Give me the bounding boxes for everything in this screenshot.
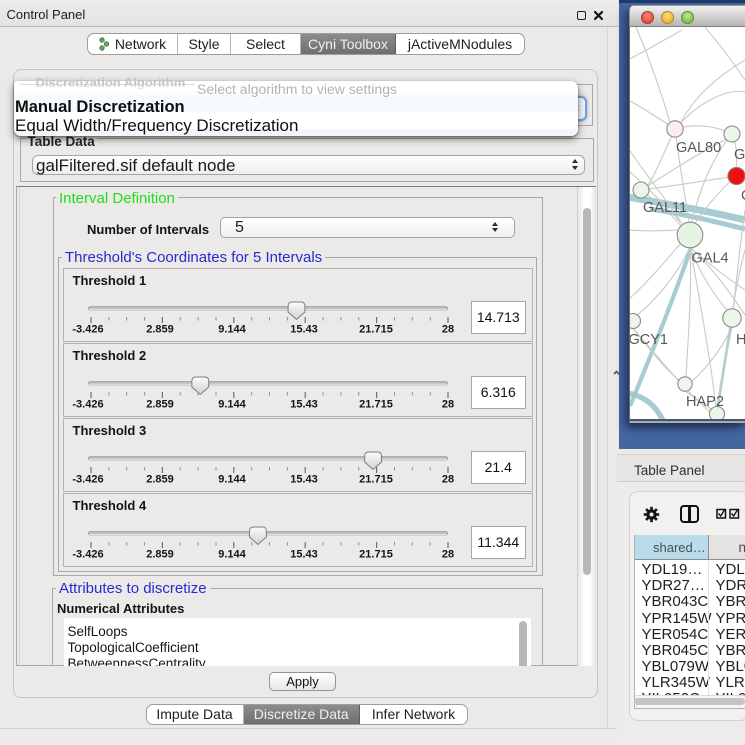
svg-text:21.715: 21.715 <box>359 474 393 486</box>
svg-text:2.859: 2.859 <box>146 474 174 486</box>
svg-text:21.715: 21.715 <box>359 399 393 411</box>
svg-text:28: 28 <box>442 399 454 411</box>
svg-text:28: 28 <box>442 549 454 561</box>
svg-text:GAL80: GAL80 <box>676 140 721 156</box>
svg-text:-3.426: -3.426 <box>72 549 103 561</box>
svg-text:15.43: 15.43 <box>290 549 318 561</box>
svg-text:2.859: 2.859 <box>146 399 174 411</box>
svg-text:GCY1: GCY1 <box>630 332 668 348</box>
svg-text:-3.426: -3.426 <box>72 324 103 336</box>
svg-text:28: 28 <box>442 474 454 486</box>
svg-text:15.43: 15.43 <box>290 474 318 486</box>
svg-text:GA: GA <box>734 147 745 163</box>
svg-text:-3.426: -3.426 <box>72 399 103 411</box>
svg-text:21.715: 21.715 <box>359 324 393 336</box>
svg-text:C: C <box>741 188 745 204</box>
svg-text:21.715: 21.715 <box>359 549 393 561</box>
svg-text:15.43: 15.43 <box>290 324 318 336</box>
svg-text:2.859: 2.859 <box>146 324 174 336</box>
svg-text:9.144: 9.144 <box>218 474 246 486</box>
svg-text:H: H <box>736 332 745 348</box>
svg-text:15.43: 15.43 <box>290 399 318 411</box>
svg-text:-3.426: -3.426 <box>72 474 103 486</box>
svg-text:GAL11: GAL11 <box>643 200 687 216</box>
svg-text:9.144: 9.144 <box>218 324 246 336</box>
svg-text:9.144: 9.144 <box>218 549 246 561</box>
svg-text:GAL4: GAL4 <box>692 251 729 267</box>
svg-text:2.859: 2.859 <box>146 549 174 561</box>
svg-text:28: 28 <box>442 324 454 336</box>
svg-text:9.144: 9.144 <box>218 399 246 411</box>
svg-text:HAP2: HAP2 <box>686 394 724 410</box>
